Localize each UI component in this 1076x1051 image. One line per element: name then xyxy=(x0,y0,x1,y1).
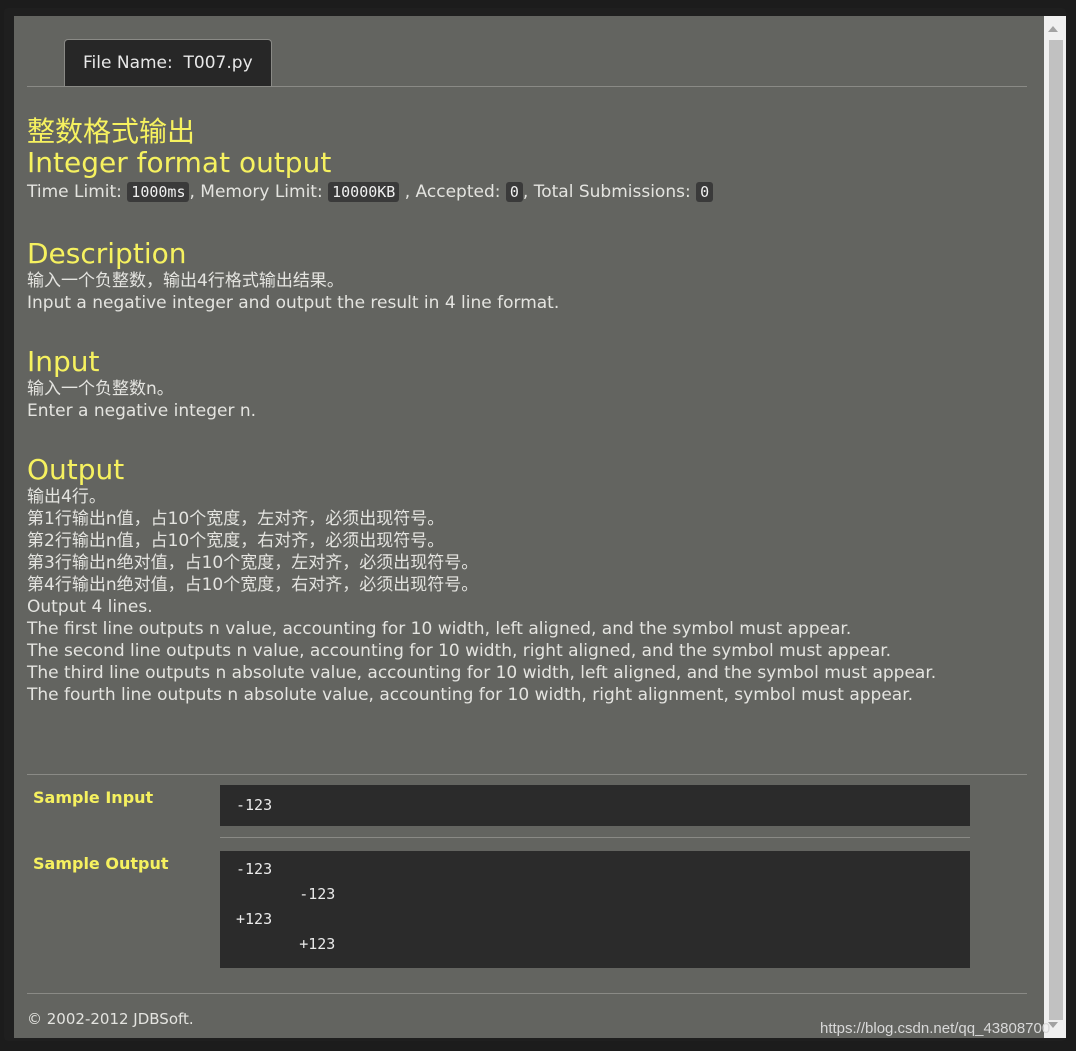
title-english: Integer format output xyxy=(27,146,332,179)
tab-file-name[interactable]: File Name: T007.py xyxy=(64,39,272,86)
problem-content: 整数格式输出 Integer format output Time Limit:… xyxy=(27,116,1027,706)
output-line: The first line outputs n value, accounti… xyxy=(27,619,852,639)
sample-output-box[interactable]: -123 -123 +123 +123 xyxy=(220,851,970,968)
sample-output-label: Sample Output xyxy=(33,854,169,873)
divider xyxy=(27,774,1027,775)
input-heading: Input xyxy=(27,345,100,378)
output-line: The fourth line outputs n absolute value… xyxy=(27,685,914,705)
sample-input-box[interactable]: -123 xyxy=(220,785,970,826)
footer-divider xyxy=(27,993,1027,994)
dialog-window: File Name: T007.py 整数格式输出 Integer format… xyxy=(4,8,1066,1041)
scrollbar-thumb[interactable] xyxy=(1049,40,1063,1020)
accepted-value: 0 xyxy=(505,182,523,202)
total-submissions-label: , Total Submissions: xyxy=(522,182,691,202)
sample-divider xyxy=(220,837,970,838)
output-line: 输出4行。 xyxy=(27,487,106,507)
time-limit-label: Time Limit: xyxy=(27,182,122,202)
sample-input-label: Sample Input xyxy=(33,788,154,807)
description-heading: Description xyxy=(27,237,187,270)
memory-limit-value: 10000KB xyxy=(328,182,400,202)
output-line: The third line outputs n absolute value,… xyxy=(27,663,937,683)
output-line: 第3行输出n绝对值，占10个宽度，左对齐，必须出现符号。 xyxy=(27,553,479,573)
input-line: Enter a negative integer n. xyxy=(27,401,257,421)
copyright-footer: © 2002-2012 JDBSoft. xyxy=(27,1010,194,1028)
output-line: 第2行输出n值，占10个宽度，右对齐，必须出现符号。 xyxy=(27,531,445,551)
scroll-up-arrow-icon[interactable] xyxy=(1048,26,1058,32)
accepted-label: , Accepted: xyxy=(404,182,501,202)
output-line: Output 4 lines. xyxy=(27,597,153,617)
output-line: The second line outputs n value, account… xyxy=(27,641,892,661)
vertical-scrollbar[interactable] xyxy=(1044,16,1066,1038)
title-chinese: 整数格式输出 xyxy=(27,115,196,148)
time-limit-value: 1000ms xyxy=(127,182,190,202)
problem-panel: File Name: T007.py 整数格式输出 Integer format… xyxy=(14,16,1044,1038)
limits-line: Time Limit: 1000ms, Memory Limit: 10000K… xyxy=(27,181,1027,203)
description-line: Input a negative integer and output the … xyxy=(27,293,560,313)
tab-bar: File Name: T007.py xyxy=(27,38,1027,87)
memory-limit-label: , Memory Limit: xyxy=(189,182,323,202)
output-heading: Output xyxy=(27,453,125,486)
output-line: 第1行输出n值，占10个宽度，左对齐，必须出现符号。 xyxy=(27,509,445,529)
output-line: 第4行输出n绝对值，占10个宽度，右对齐，必须出现符号。 xyxy=(27,575,479,595)
total-submissions-value: 0 xyxy=(696,182,714,202)
watermark-url: https://blog.csdn.net/qq_43808700 xyxy=(820,1020,1051,1037)
description-line: 输入一个负整数，输出4行格式输出结果。 xyxy=(27,271,344,291)
input-line: 输入一个负整数n。 xyxy=(27,379,174,399)
